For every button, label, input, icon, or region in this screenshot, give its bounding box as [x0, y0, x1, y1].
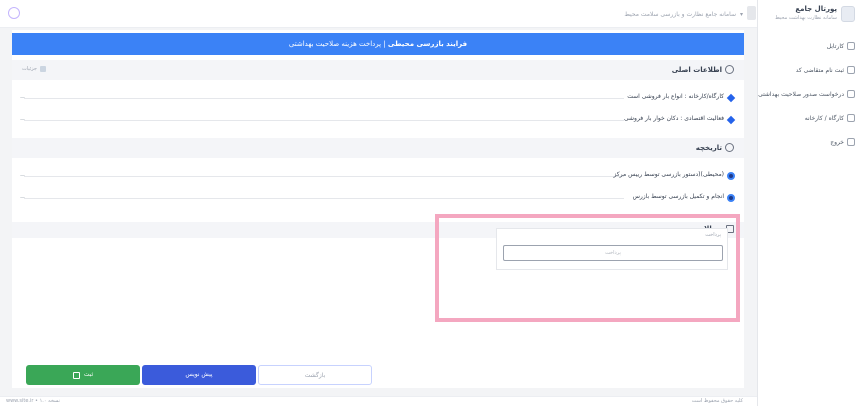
timeline-item[interactable]: — (محیطی)(دستور بازرسی توسط رییس مرکز: [18, 170, 735, 182]
sidebar-item-label: خروج: [830, 138, 844, 146]
print-icon: [39, 66, 46, 72]
timeline-dot-icon: [727, 172, 735, 180]
submit-button[interactable]: ثبت: [26, 365, 140, 385]
answer-label: پرداخت: [705, 232, 721, 238]
document-icon: [847, 90, 855, 98]
sidebar-title: پورتال جامع: [795, 5, 837, 13]
info-circle-icon: [725, 65, 734, 74]
details-link: جزئیات: [22, 66, 37, 72]
row-label: انجام و تکمیل بازرسی توسط بازرس: [632, 193, 724, 200]
factory-icon: [847, 114, 855, 122]
sidebar-item-cartable[interactable]: کارتابل: [827, 40, 855, 52]
section-title-text: اطلاعات اصلی: [671, 65, 722, 74]
logout-icon: [847, 138, 855, 146]
timeline-item[interactable]: — انجام و تکمیل بازرسی توسط بازرس: [18, 192, 735, 204]
diamond-icon: [726, 93, 736, 103]
system-dropdown[interactable]: ▾ سامانه جامع نظارت و بازرسی سلامت محیط: [593, 8, 743, 20]
row-divider: [24, 176, 624, 177]
list-item[interactable]: — کارگاه/کارخانه : انواع بار فروشی است: [18, 92, 736, 104]
main-panel: فرایند بازرسی محیطی | پرداخت هزینه صلاحی…: [12, 30, 744, 388]
timeline-dot-icon: [727, 194, 735, 202]
menu-toggle-icon[interactable]: [747, 6, 756, 20]
section-title: تاریخچه: [696, 143, 734, 152]
row-label: کارگاه/کارخانه : انواع بار فروشی است: [627, 93, 724, 100]
diamond-icon: [726, 115, 736, 125]
register-icon: [847, 66, 855, 74]
footer-right-text: کلیه حقوق محفوظ است: [691, 398, 743, 404]
chevron-down-icon: ▾: [739, 10, 743, 18]
row-divider: [24, 120, 624, 121]
user-icon[interactable]: [8, 7, 20, 19]
row-label: فعالیت اقتصادی : دکان خوار بار فروشی: [624, 115, 724, 122]
sidebar-item-label: ثبت نام متقاضی کد: [795, 66, 844, 74]
sidebar-subtitle: سامانه نظارت بهداشت محیط: [775, 15, 837, 21]
footer: www.site.ir • نسخه ۱.۰ کلیه حقوق محفوظ ا…: [0, 396, 757, 406]
section-title: اطلاعات اصلی: [672, 65, 734, 74]
sidebar-item-workshop[interactable]: کارگاه / کارخانه: [805, 112, 855, 124]
top-bar: ▾ سامانه جامع نظارت و بازرسی سلامت محیط: [0, 0, 757, 28]
sidebar: پورتال جامع سامانه نظارت بهداشت محیط کار…: [757, 0, 861, 406]
clock-icon: [725, 143, 734, 152]
row-divider: [24, 98, 624, 99]
sidebar-item-label: کارگاه / کارخانه: [804, 114, 844, 122]
process-title: فرایند بازرسی محیطی: [387, 40, 468, 48]
payment-answer-input[interactable]: پرداخت: [503, 245, 723, 261]
sidebar-item-register[interactable]: ثبت نام متقاضی کد: [796, 64, 855, 76]
row-divider: [24, 198, 624, 199]
section-title-text: تاریخچه: [695, 143, 722, 152]
section-history[interactable]: تاریخچه: [12, 138, 744, 158]
sidebar-header: پورتال جامع سامانه نظارت بهداشت محیط: [763, 4, 855, 26]
row-label: (محیطی)(دستور بازرسی توسط رییس مرکز: [613, 171, 724, 178]
inbox-icon: [847, 42, 855, 50]
draft-button[interactable]: پیش نویس: [142, 365, 256, 385]
footer-left-text: www.site.ir • نسخه ۱.۰: [6, 398, 60, 404]
sidebar-item-request[interactable]: درخواست صدور صلاحیت بهداشتی: [758, 88, 855, 100]
section-meta[interactable]: جزئیات: [22, 66, 46, 72]
list-item[interactable]: — فعالیت اقتصادی : دکان خوار بار فروشی: [18, 114, 736, 126]
section-basic-info[interactable]: اطلاعات اصلی جزئیات: [12, 60, 744, 80]
submit-label: ثبت: [83, 371, 94, 378]
system-dropdown-text: سامانه جامع نظارت و بازرسی سلامت محیط: [624, 10, 736, 18]
sidebar-item-logout[interactable]: خروج: [830, 136, 855, 148]
save-icon: [72, 371, 80, 379]
back-button[interactable]: بازگشت: [258, 365, 372, 385]
process-banner: فرایند بازرسی محیطی | پرداخت هزینه صلاحی…: [12, 33, 744, 55]
process-step: | پرداخت هزینه صلاحیت بهداشتی: [288, 40, 388, 48]
answer-card: پرداخت پرداخت: [496, 228, 728, 270]
sidebar-item-label: کارتابل: [826, 42, 844, 50]
logo-icon: [841, 6, 855, 22]
sidebar-item-label: درخواست صدور صلاحیت بهداشتی: [758, 90, 844, 98]
